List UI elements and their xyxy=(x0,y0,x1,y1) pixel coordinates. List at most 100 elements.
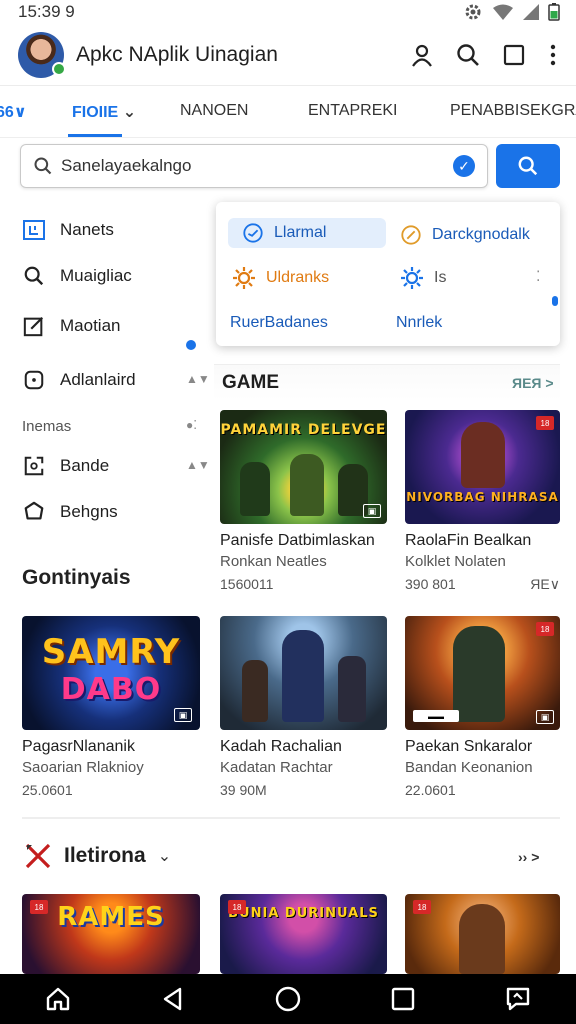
game-card[interactable]: 18 ▬▬ ▣ Paekan Snkaralor Bandan Keonanio… xyxy=(405,616,560,798)
game-card[interactable]: RAMES 18 xyxy=(22,894,200,974)
more-chevron[interactable]: ЯE∨ xyxy=(530,576,560,593)
game-card[interactable]: 18 xyxy=(405,894,560,974)
feedback-icon[interactable] xyxy=(504,985,532,1013)
tab-nanoen[interactable]: NANOEN xyxy=(180,102,248,120)
dropdown-item-label: Is xyxy=(434,269,447,286)
game-thumbnail: NIVORBAG NIHRASA 18 xyxy=(405,410,560,524)
game-card[interactable]: SAMRY DABO ▣ PagasrNlananik Saoarian Rla… xyxy=(22,616,200,798)
tab-first[interactable]: 66∨ xyxy=(0,102,27,122)
home-icon[interactable] xyxy=(44,985,72,1013)
slash-circle-icon xyxy=(401,225,421,245)
game-title: RaolaFin Bealkan xyxy=(405,532,532,549)
layout-icon xyxy=(22,218,46,242)
see-more-link[interactable]: ЯEЯ > xyxy=(512,375,554,391)
dropdown-item-label: Llarmal xyxy=(274,224,327,241)
more-vert-icon[interactable] xyxy=(548,43,558,67)
section-title-game: GAME xyxy=(222,372,279,393)
game-subtitle: Ronkan Neatles xyxy=(220,553,327,570)
sidebar-item-behgns[interactable]: Behgns xyxy=(22,500,202,524)
character-silhouette xyxy=(290,454,324,516)
game-thumbnail: SAMRY DABO ▣ xyxy=(22,616,200,730)
sidebar-item-muaigliac[interactable]: Muaigliac xyxy=(22,264,202,288)
section-divider xyxy=(22,817,560,819)
tab-penabbisekgra[interactable]: PENABBISEKGRA xyxy=(450,102,576,120)
recent-section-header[interactable]: Iletirona ⌄ xyxy=(24,842,171,870)
game-meta: 1560011 xyxy=(220,576,274,592)
dropdown-item-ruerbadanes[interactable]: RuerBadanes xyxy=(230,314,328,332)
dots-icon: ●⁚ xyxy=(186,418,198,432)
small-gear-icon: ⁚ xyxy=(536,268,541,284)
dropdown-item-nnrlek[interactable]: Nnrlek xyxy=(396,314,442,332)
search-input[interactable] xyxy=(61,156,453,176)
sidebar-item-label: Bande xyxy=(60,456,110,475)
verified-icon[interactable]: ✓ xyxy=(453,155,475,177)
active-tab-indicator xyxy=(68,134,122,137)
character-silhouette xyxy=(240,462,270,516)
dropdown-item-is[interactable]: Is xyxy=(400,266,446,290)
crossed-swords-icon xyxy=(25,843,51,869)
notification-dot xyxy=(186,340,196,350)
search-input-icon xyxy=(34,157,52,175)
sidebar-item-label: Adlanlaird xyxy=(60,370,136,389)
sidebar-item-adlanlaird[interactable]: Adlanlaird xyxy=(22,368,202,392)
game-thumbnail: BUNIA DURINUALS 18 xyxy=(220,894,387,974)
rating-flag: 18 xyxy=(413,900,431,914)
back-icon[interactable] xyxy=(160,986,186,1012)
rating-flag: 18 xyxy=(536,416,554,430)
dropdown-item-label: RuerBadanes xyxy=(230,314,328,331)
dropdown-item-label: Nnrlek xyxy=(396,314,443,331)
game-thumbnail: RAMES 18 xyxy=(22,894,200,974)
thumbnail-art-text: RAMES xyxy=(57,902,165,932)
game-subtitle: Kadatan Rachtar xyxy=(220,759,333,776)
app-title: Apkc NAplik Uinagian xyxy=(76,42,278,66)
status-bar: 15:39 9 xyxy=(0,0,576,24)
section-title-recent: Iletirona xyxy=(64,844,146,867)
dropdown-item-llarmal[interactable]: Llarmal xyxy=(228,218,386,248)
see-more-link[interactable]: ›› > xyxy=(518,849,539,865)
dropdown-item-darckgnodalk[interactable]: Darckgnodalk xyxy=(400,224,530,246)
home-circle-icon[interactable] xyxy=(274,985,302,1013)
dropdown-item-label: Darckgnodalk xyxy=(432,226,530,243)
character-silhouette xyxy=(242,660,268,722)
search-icon[interactable] xyxy=(456,43,480,67)
recents-icon[interactable] xyxy=(390,986,416,1012)
dropdown-menu: Llarmal Darckgnodalk Uldranks Is ⁚ RuerB… xyxy=(216,202,560,346)
search-icon xyxy=(22,264,46,288)
rating-flag: 18 xyxy=(228,900,246,914)
game-card[interactable]: BUNIA DURINUALS 18 xyxy=(220,894,387,974)
game-thumbnail xyxy=(220,616,387,730)
dropdown-item-uldranks[interactable]: Uldranks xyxy=(232,266,329,290)
thumbnail-art-text: PAMAMIR DELEVGE xyxy=(220,422,387,438)
dropdown-scroll-indicator[interactable] xyxy=(552,296,558,306)
header-actions xyxy=(410,43,558,67)
sidebar-item-maotian[interactable]: Maotian xyxy=(22,314,202,338)
gear-icon xyxy=(401,267,423,289)
game-thumbnail: 18 xyxy=(405,894,560,974)
sidebar-item-label: Maotian xyxy=(60,316,121,335)
game-thumbnail: 18 ▬▬ ▣ xyxy=(405,616,560,730)
publisher-logo: ▬▬ xyxy=(413,710,459,722)
search-button[interactable] xyxy=(496,144,560,188)
tab-home[interactable]: FIOIIE ⌄ xyxy=(72,102,136,122)
circle-dot-icon xyxy=(22,368,46,392)
window-icon[interactable] xyxy=(502,43,526,67)
character-silhouette xyxy=(338,656,366,722)
game-meta: 390 801 xyxy=(405,576,456,592)
age-rating-badge: ▣ xyxy=(363,504,381,518)
sidebar-item-label: Nanets xyxy=(60,220,114,239)
profile-icon[interactable] xyxy=(410,43,434,67)
avatar[interactable] xyxy=(18,31,66,78)
tab-entapreki[interactable]: ENTAPREKI xyxy=(308,102,398,120)
search-box: ✓ xyxy=(20,144,488,188)
game-card[interactable]: NIVORBAG NIHRASA 18 RaolaFin Bealkan Kol… xyxy=(405,410,560,593)
game-thumbnail: PAMAMIR DELEVGE ▣ xyxy=(220,410,387,524)
sort-arrows-icon: ▲▼ xyxy=(186,458,210,472)
game-title: PagasrNlananik xyxy=(22,738,135,755)
game-card[interactable]: Kadah Rachalian Kadatan Rachtar 39 90M xyxy=(220,616,387,798)
rating-flag: 18 xyxy=(536,622,554,636)
sidebar-item-label: Behgns xyxy=(60,502,118,521)
sidebar-item-bande[interactable]: Bande xyxy=(22,454,202,478)
game-card[interactable]: PAMAMIR DELEVGE ▣ Panisfe Datbimlaskan R… xyxy=(220,410,387,592)
chevron-down-icon: ⌄ xyxy=(157,848,172,865)
sidebar-item-nanets[interactable]: Nanets xyxy=(22,218,202,242)
